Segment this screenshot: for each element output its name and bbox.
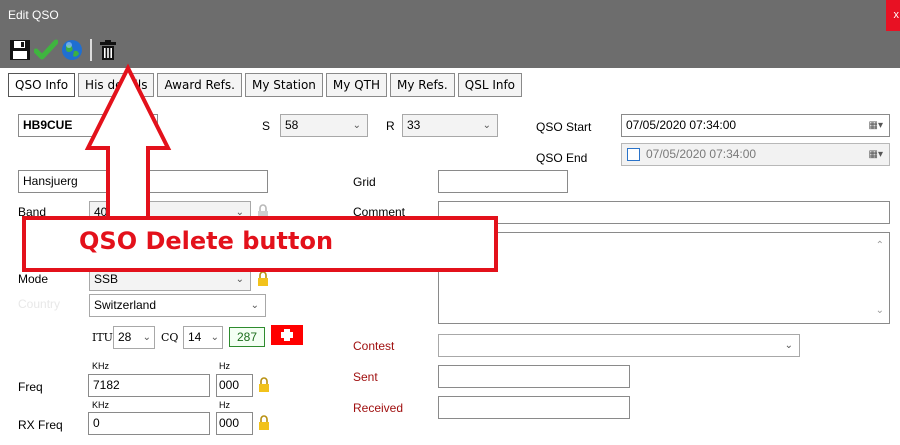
trash-icon: [100, 40, 116, 60]
rst-sent-value: 58: [285, 118, 299, 132]
tab-my-station[interactable]: My Station: [244, 73, 323, 97]
itu-value: 28: [118, 330, 132, 344]
chevron-down-icon: ⌄: [250, 300, 259, 311]
tab-my-qth[interactable]: My QTH: [325, 73, 387, 97]
qso-end-label: QSO End: [536, 151, 588, 165]
contest-select[interactable]: ⌄: [438, 334, 800, 357]
chevron-down-icon: ⌄: [210, 332, 219, 343]
rxfreq-khz-label: KHz: [92, 400, 110, 410]
qso-start-value: 07/05/2020 07:34:00: [626, 118, 737, 132]
notes-textarea[interactable]: ⌃ ⌄: [438, 232, 890, 324]
annotation-callout: QSO Delete button: [22, 216, 498, 272]
freq-lock-button[interactable]: [257, 376, 271, 394]
contest-label: Contest: [353, 339, 395, 353]
tab-my-refs[interactable]: My Refs.: [390, 73, 455, 97]
itu-label: ITU: [92, 331, 113, 344]
qso-start-label: QSO Start: [536, 120, 592, 134]
window-title: Edit QSO: [8, 8, 59, 22]
qso-end-value: 07/05/2020 07:34:00: [646, 147, 757, 161]
received-label: Received: [353, 401, 404, 415]
qso-end-checkbox[interactable]: [627, 148, 640, 161]
s-label: S: [262, 119, 271, 133]
tab-qsl-info[interactable]: QSL Info: [457, 73, 523, 97]
lookup-button[interactable]: [60, 37, 84, 63]
globe-icon: [62, 40, 82, 60]
rxfreq-label: RX Freq: [18, 418, 63, 432]
r-label: R: [386, 119, 395, 133]
toolbar-separator: [90, 39, 92, 61]
calendar-dropdown-icon[interactable]: ▦▾: [869, 144, 883, 165]
country-flag: [271, 325, 303, 345]
comment-input[interactable]: [438, 201, 890, 224]
country-label: Country: [18, 297, 61, 311]
chevron-down-icon: ⌄: [784, 340, 793, 351]
chevron-down-icon: ⌄: [235, 274, 244, 285]
chevron-down-icon: ⌄: [142, 332, 151, 343]
grid-label: Grid: [353, 175, 376, 189]
freq-hz-input[interactable]: 000: [216, 374, 253, 397]
sent-input[interactable]: [438, 365, 630, 388]
itu-select[interactable]: 28 ⌄: [113, 326, 155, 349]
callsign-input[interactable]: HB9CUE: [18, 114, 158, 137]
rxfreq-lock-button[interactable]: [257, 414, 271, 432]
mode-lock-button[interactable]: [256, 270, 270, 288]
cq-value: 14: [188, 330, 202, 344]
tab-award-refs[interactable]: Award Refs.: [157, 73, 242, 97]
swiss-flag-icon: [271, 325, 303, 345]
rst-received-value: 33: [407, 118, 421, 132]
lock-icon: [259, 415, 269, 430]
mode-label: Mode: [18, 272, 49, 286]
lock-icon: [258, 271, 268, 286]
mode-value: SSB: [94, 272, 119, 286]
dxcc-badge: 287: [229, 327, 265, 347]
freq-label: Freq: [18, 380, 43, 394]
received-input[interactable]: [438, 396, 630, 419]
scroll-up-icon[interactable]: ⌃: [876, 235, 884, 256]
confirm-button[interactable]: [34, 37, 58, 63]
toolbar: [0, 31, 900, 68]
name-input[interactable]: Hansjuerg: [18, 170, 268, 193]
tab-qso-info[interactable]: QSO Info: [8, 73, 76, 97]
rst-sent-select[interactable]: 58 ⌄: [280, 114, 368, 137]
tab-strip: QSO Info His details Award Refs. My Stat…: [8, 73, 525, 97]
calendar-dropdown-icon[interactable]: ▦▾: [869, 115, 883, 136]
rxfreq-hz-label: Hz: [219, 400, 230, 410]
chevron-down-icon: ⌄: [482, 120, 491, 131]
confirm-check-icon: [34, 39, 58, 60]
rxfreq-hz-input[interactable]: 000: [216, 412, 253, 435]
freq-khz-label: KHz: [92, 361, 110, 371]
qso-start-datetime[interactable]: 07/05/2020 07:34:00 ▦▾: [621, 114, 890, 137]
cq-label: CQ: [161, 331, 179, 344]
window-titlebar: Edit QSO x: [0, 0, 900, 31]
delete-qso-button[interactable]: [96, 37, 120, 63]
freq-khz-input[interactable]: 7182: [88, 374, 210, 397]
freq-hz-label: Hz: [219, 361, 230, 371]
save-button[interactable]: [8, 37, 32, 63]
scroll-down-icon[interactable]: ⌄: [876, 300, 884, 321]
save-icon: [10, 40, 30, 60]
chevron-down-icon: ⌄: [352, 120, 361, 131]
qso-end-datetime[interactable]: 07/05/2020 07:34:00 ▦▾: [621, 143, 890, 166]
tab-his-details[interactable]: His details: [78, 73, 155, 97]
country-value: Switzerland: [94, 298, 157, 312]
grid-input[interactable]: [438, 170, 568, 193]
sent-label: Sent: [353, 370, 378, 384]
rxfreq-khz-input[interactable]: 0: [88, 412, 210, 435]
rst-received-select[interactable]: 33 ⌄: [402, 114, 498, 137]
country-select[interactable]: Switzerland ⌄: [89, 294, 266, 317]
annotation-text: QSO Delete button: [79, 227, 334, 255]
close-button[interactable]: x: [886, 0, 900, 31]
cq-select[interactable]: 14 ⌄: [183, 326, 223, 349]
lock-icon: [259, 377, 269, 392]
